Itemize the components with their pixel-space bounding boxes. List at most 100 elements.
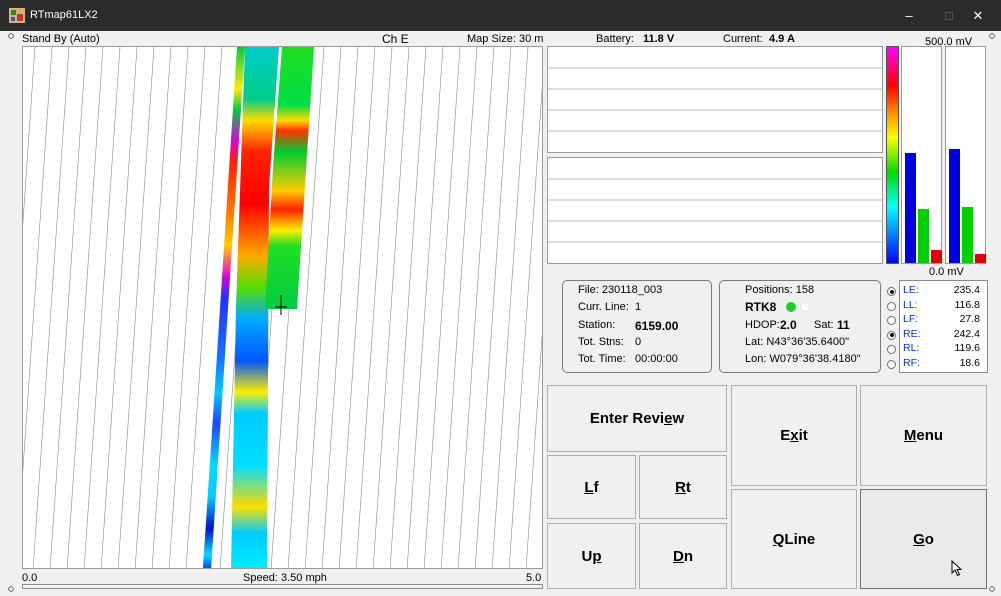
hdop-value: 2.0 [780,318,797,332]
meter-bar-rf [975,254,986,263]
button-label: o [924,530,934,548]
channel-radio-4[interactable] [887,345,896,354]
button-label-hotkey: x [790,427,799,444]
grid-line [304,47,342,568]
channel-radio-1[interactable] [887,301,896,311]
grid-line [23,47,53,473]
fix-type: RTK8 [745,300,777,314]
channel-radio-5[interactable] [887,359,896,369]
channel-value-4: 119.6 [954,342,981,354]
survey-map[interactable] [22,46,543,569]
grid-line [321,47,359,568]
button-label: t [685,478,691,496]
mouse-cursor-icon [951,560,963,577]
button-label-hotkey: D [672,547,684,565]
resize-grip-icon[interactable] [989,586,995,592]
current-label: Current: [723,33,763,45]
speed-value: 3.50 mph [281,572,327,584]
trace-panel-top [547,46,883,153]
button-label: Enter Revi [589,410,665,427]
exit-button[interactable]: Ex it [731,385,857,486]
channel-radio-2[interactable] [887,316,896,325]
grid-line [525,333,542,568]
battery-value: 11.8 V [643,33,675,45]
meter-bar-rl [962,207,973,263]
latitude: Lat: N43°36'35.6400" [745,336,849,348]
grid-line [508,86,542,568]
meter-bar-re [949,149,960,263]
curr-line-value: 1 [635,301,642,313]
button-label: w [672,410,685,427]
scale-min-label: 0.0 [22,572,38,584]
speed-label: Speed: [243,572,278,584]
button-label: it [798,427,808,444]
button-label-hotkey: G [913,530,925,548]
channel-radio-3[interactable] [887,330,896,340]
right-button[interactable]: Rt [639,455,727,519]
grid-line [372,47,410,568]
close-button[interactable]: ✕ [955,0,1001,31]
tot-stns-value: 0 [635,336,642,348]
resize-grip-icon[interactable] [989,33,995,39]
button-label: n [683,547,693,565]
resize-grip-icon[interactable] [8,586,14,592]
button-label: f [593,478,599,496]
button-label: enu [916,427,944,444]
meter-bar-lf [931,250,942,263]
grid-line [440,47,478,568]
grid-line [185,47,223,568]
grid-line [457,47,495,568]
channel-radio-0[interactable] [887,287,896,296]
channel-label-5: RF: [903,356,920,369]
grid-line [491,47,529,568]
meter-min-label: 0.0 mV [929,266,964,278]
trace-lines [548,67,882,132]
channel-value-5: 18.6 [959,356,980,369]
qline-button[interactable]: Q Line [731,489,857,589]
grid-line [423,47,461,568]
up-button[interactable]: Up [547,523,636,589]
button-label-hotkey: Q [772,530,785,548]
menu-button[interactable]: Menu [860,385,987,486]
button-label-hotkey: p [592,547,602,565]
grid-line [406,47,444,568]
grid-line [338,47,376,568]
channel-label-4: RL: [903,342,920,354]
station-value: 6159.00 [635,319,679,333]
battery-label: Battery: [596,33,634,45]
meter-left [901,46,942,264]
go-button[interactable]: Go [860,489,987,589]
grid-line [168,47,206,568]
map-size-label: Map Size: [467,33,516,45]
grid-line [83,47,121,568]
button-label-hotkey: M [903,427,917,444]
channel-label-3: RE: [903,327,921,340]
channel-value-3: 242.4 [953,327,980,340]
channel-value-0: 235.4 [953,284,980,296]
tot-stns-label: Tot. Stns: [578,336,624,348]
window-title: RTmap61LX2 [30,9,98,21]
enter-review-button[interactable]: Enter Revi e w [547,385,727,452]
resize-grip-icon[interactable] [8,33,14,39]
scale-max-label: 5.0 [526,572,542,584]
left-button[interactable]: Lf [547,455,636,519]
grid-line [66,47,104,568]
file-info-box: File: 230118_003 Curr. Line: 1 Station: … [562,280,712,373]
fix-indicator-off-icon [800,302,810,312]
button-label-hotkey: R [675,478,686,496]
survey-map-canvas [23,47,542,568]
button-label: E [780,427,791,444]
meter-bar-ll [918,209,929,263]
color-scale-legend [886,46,899,264]
positions-count: Positions: 158 [745,284,815,296]
channel-label-1: LL: [903,298,918,311]
current-value: 4.9 A [769,33,795,45]
app-icon [9,8,25,23]
grid-line [100,47,138,568]
tot-time-label: Tot. Time: [578,353,626,365]
title-bar: RTmap61LX2 – □ ✕ [0,0,1001,31]
hdop-label: HDOP: [745,319,780,331]
station-label: Station: [578,319,616,331]
tot-time-value: 00:00:00 [635,353,678,365]
down-button[interactable]: Dn [639,523,727,589]
